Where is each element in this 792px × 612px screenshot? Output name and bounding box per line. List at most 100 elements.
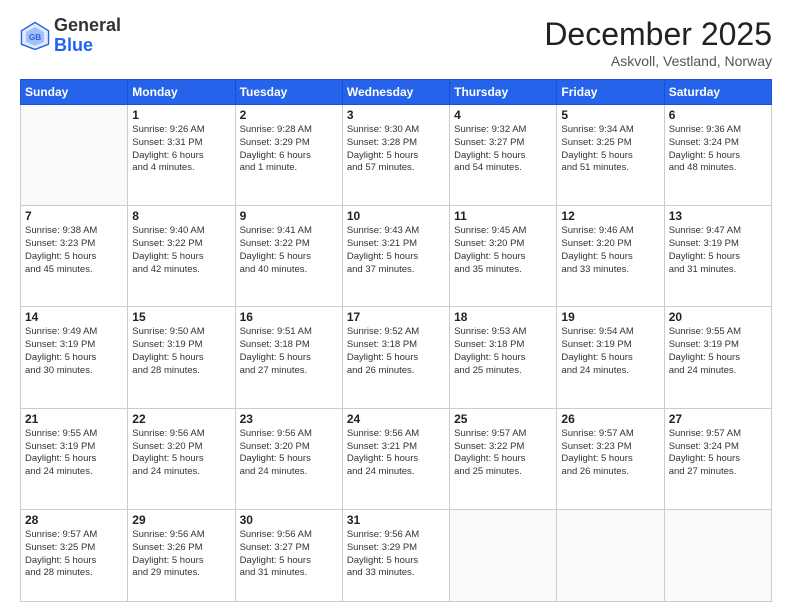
day-info: Sunrise: 9:26 AM Sunset: 3:31 PM Dayligh… (132, 124, 230, 175)
day-number: 3 (347, 108, 445, 122)
day-number: 23 (240, 412, 338, 426)
day-number: 28 (25, 513, 123, 527)
day-header-monday: Monday (128, 80, 235, 105)
calendar-cell: 7 Sunrise: 9:38 AM Sunset: 3:23 PM Daylig… (21, 206, 128, 307)
day-number: 22 (132, 412, 230, 426)
day-info: Sunrise: 9:57 AM Sunset: 3:24 PM Dayligh… (669, 428, 767, 479)
calendar-cell: 25 Sunrise: 9:57 AM Sunset: 3:22 PM Dayli… (450, 408, 557, 509)
location: Askvoll, Vestland, Norway (544, 53, 772, 69)
calendar-cell: 10 Sunrise: 9:43 AM Sunset: 3:21 PM Dayli… (342, 206, 449, 307)
day-number: 27 (669, 412, 767, 426)
calendar-cell: 11 Sunrise: 9:45 AM Sunset: 3:20 PM Dayli… (450, 206, 557, 307)
calendar-week-3: 14Sunrise: 9:49 AM Sunset: 3:19 PM Dayli… (21, 307, 772, 408)
day-info: Sunrise: 9:56 AM Sunset: 3:21 PM Dayligh… (347, 428, 445, 479)
month-title: December 2025 (544, 16, 772, 53)
calendar-cell: 20 Sunrise: 9:55 AM Sunset: 3:19 PM Dayli… (664, 307, 771, 408)
day-number: 24 (347, 412, 445, 426)
calendar-cell: 16 Sunrise: 9:51 AM Sunset: 3:18 PM Dayli… (235, 307, 342, 408)
day-info: Sunrise: 9:51 AM Sunset: 3:18 PM Dayligh… (240, 326, 338, 377)
day-number: 14 (25, 310, 123, 324)
calendar-cell: 27 Sunrise: 9:57 AM Sunset: 3:24 PM Dayli… (664, 408, 771, 509)
day-info: Sunrise: 9:56 AM Sunset: 3:26 PM Dayligh… (132, 529, 230, 580)
logo-blue: Blue (54, 35, 93, 55)
day-number: 17 (347, 310, 445, 324)
day-info: Sunrise: 9:34 AM Sunset: 3:25 PM Dayligh… (561, 124, 659, 175)
calendar-cell: 9Sunrise: 9:41 AM Sunset: 3:22 PM Daylig… (235, 206, 342, 307)
day-info: Sunrise: 9:55 AM Sunset: 3:19 PM Dayligh… (25, 428, 123, 479)
day-number: 13 (669, 209, 767, 223)
calendar-cell: 13 Sunrise: 9:47 AM Sunset: 3:19 PM Dayli… (664, 206, 771, 307)
day-info: Sunrise: 9:38 AM Sunset: 3:23 PM Dayligh… (25, 225, 123, 276)
day-number: 11 (454, 209, 552, 223)
day-number: 25 (454, 412, 552, 426)
day-number: 26 (561, 412, 659, 426)
calendar-cell (557, 509, 664, 601)
title-block: December 2025 Askvoll, Vestland, Norway (544, 16, 772, 69)
calendar-table: SundayMondayTuesdayWednesdayThursdayFrid… (20, 79, 772, 602)
day-info: Sunrise: 9:45 AM Sunset: 3:20 PM Dayligh… (454, 225, 552, 276)
day-info: Sunrise: 9:43 AM Sunset: 3:21 PM Dayligh… (347, 225, 445, 276)
day-number: 31 (347, 513, 445, 527)
day-number: 20 (669, 310, 767, 324)
day-number: 7 (25, 209, 123, 223)
day-number: 29 (132, 513, 230, 527)
logo-general: General (54, 15, 121, 35)
calendar-cell: 1 Sunrise: 9:26 AM Sunset: 3:31 PM Daylig… (128, 105, 235, 206)
day-number: 1 (132, 108, 230, 122)
logo: GB General Blue (20, 16, 121, 56)
day-info: Sunrise: 9:56 AM Sunset: 3:20 PM Dayligh… (240, 428, 338, 479)
day-number: 16 (240, 310, 338, 324)
day-info: Sunrise: 9:46 AM Sunset: 3:20 PM Dayligh… (561, 225, 659, 276)
day-info: Sunrise: 9:55 AM Sunset: 3:19 PM Dayligh… (669, 326, 767, 377)
calendar-cell (21, 105, 128, 206)
calendar-week-4: 21Sunrise: 9:55 AM Sunset: 3:19 PM Dayli… (21, 408, 772, 509)
day-info: Sunrise: 9:57 AM Sunset: 3:25 PM Dayligh… (25, 529, 123, 580)
day-info: Sunrise: 9:54 AM Sunset: 3:19 PM Dayligh… (561, 326, 659, 377)
calendar-cell: 24 Sunrise: 9:56 AM Sunset: 3:21 PM Dayli… (342, 408, 449, 509)
day-info: Sunrise: 9:53 AM Sunset: 3:18 PM Dayligh… (454, 326, 552, 377)
day-info: Sunrise: 9:57 AM Sunset: 3:23 PM Dayligh… (561, 428, 659, 479)
day-info: Sunrise: 9:52 AM Sunset: 3:18 PM Dayligh… (347, 326, 445, 377)
calendar-cell: 12 Sunrise: 9:46 AM Sunset: 3:20 PM Dayli… (557, 206, 664, 307)
calendar-cell (450, 509, 557, 601)
day-number: 10 (347, 209, 445, 223)
header: GB General Blue December 2025 Askvoll, V… (20, 16, 772, 69)
day-info: Sunrise: 9:56 AM Sunset: 3:29 PM Dayligh… (347, 529, 445, 580)
calendar-cell: 6 Sunrise: 9:36 AM Sunset: 3:24 PM Daylig… (664, 105, 771, 206)
logo-icon: GB (20, 21, 50, 51)
calendar-cell: 23 Sunrise: 9:56 AM Sunset: 3:20 PM Dayli… (235, 408, 342, 509)
calendar-cell: 21Sunrise: 9:55 AM Sunset: 3:19 PM Dayli… (21, 408, 128, 509)
calendar-cell: 18 Sunrise: 9:53 AM Sunset: 3:18 PM Dayli… (450, 307, 557, 408)
day-number: 18 (454, 310, 552, 324)
day-header-thursday: Thursday (450, 80, 557, 105)
calendar-cell: 22Sunrise: 9:56 AM Sunset: 3:20 PM Dayli… (128, 408, 235, 509)
calendar-week-1: 1 Sunrise: 9:26 AM Sunset: 3:31 PM Daylig… (21, 105, 772, 206)
calendar-cell: 29 Sunrise: 9:56 AM Sunset: 3:26 PM Dayli… (128, 509, 235, 601)
calendar-cell: 5 Sunrise: 9:34 AM Sunset: 3:25 PM Daylig… (557, 105, 664, 206)
day-header-friday: Friday (557, 80, 664, 105)
day-info: Sunrise: 9:40 AM Sunset: 3:22 PM Dayligh… (132, 225, 230, 276)
calendar-week-5: 28 Sunrise: 9:57 AM Sunset: 3:25 PM Dayli… (21, 509, 772, 601)
day-number: 5 (561, 108, 659, 122)
calendar-cell: 31 Sunrise: 9:56 AM Sunset: 3:29 PM Dayli… (342, 509, 449, 601)
page: GB General Blue December 2025 Askvoll, V… (0, 0, 792, 612)
day-info: Sunrise: 9:47 AM Sunset: 3:19 PM Dayligh… (669, 225, 767, 276)
day-info: Sunrise: 9:57 AM Sunset: 3:22 PM Dayligh… (454, 428, 552, 479)
day-header-saturday: Saturday (664, 80, 771, 105)
day-number: 19 (561, 310, 659, 324)
calendar-week-2: 7 Sunrise: 9:38 AM Sunset: 3:23 PM Daylig… (21, 206, 772, 307)
day-info: Sunrise: 9:36 AM Sunset: 3:24 PM Dayligh… (669, 124, 767, 175)
day-number: 12 (561, 209, 659, 223)
day-number: 2 (240, 108, 338, 122)
day-number: 9 (240, 209, 338, 223)
day-number: 4 (454, 108, 552, 122)
day-info: Sunrise: 9:56 AM Sunset: 3:27 PM Dayligh… (240, 529, 338, 580)
calendar-cell: 3 Sunrise: 9:30 AM Sunset: 3:28 PM Daylig… (342, 105, 449, 206)
calendar-header-row: SundayMondayTuesdayWednesdayThursdayFrid… (21, 80, 772, 105)
calendar-cell: 8Sunrise: 9:40 AM Sunset: 3:22 PM Daylig… (128, 206, 235, 307)
day-info: Sunrise: 9:30 AM Sunset: 3:28 PM Dayligh… (347, 124, 445, 175)
day-number: 6 (669, 108, 767, 122)
logo-text: General Blue (54, 16, 121, 56)
calendar-cell: 2Sunrise: 9:28 AM Sunset: 3:29 PM Daylig… (235, 105, 342, 206)
calendar-cell: 19 Sunrise: 9:54 AM Sunset: 3:19 PM Dayli… (557, 307, 664, 408)
